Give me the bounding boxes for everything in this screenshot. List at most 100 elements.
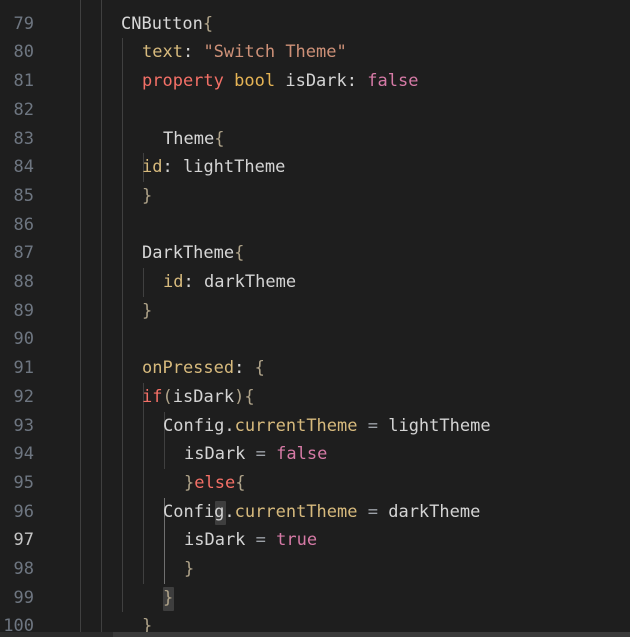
code-token: { [235,472,246,493]
code-line[interactable]: 84 id: lightTheme [0,153,630,182]
code-line[interactable]: 79 CNButton{ [0,10,630,39]
code-line[interactable]: 89} [0,297,630,326]
code-token: CNButton [121,13,203,34]
code-token: } [184,472,195,493]
code-line[interactable]: 93 Config.currentTheme = lightTheme [0,412,630,441]
code-token: onPressed [142,358,235,379]
horizontal-scrollbar-thumb[interactable] [113,632,630,637]
code-line[interactable]: 96 Config.currentTheme = darkTheme [0,498,630,527]
code-line[interactable]: 92 if(isDark){ [0,383,630,412]
code-line[interactable]: 94 isDark = false [0,440,630,469]
code-token: { [234,243,245,264]
line-code[interactable]: onPressed: { [142,354,265,383]
code-token: isDark [184,444,246,465]
code-token: : [162,157,183,178]
code-token: = [245,444,277,465]
code-line[interactable]: 87 DarkTheme{ [0,239,630,268]
code-token: id [163,272,184,292]
code-token: "Switch Theme" [203,42,347,63]
line-code[interactable]: id: darkTheme [163,268,296,297]
line-code[interactable]: if(isDark){ [142,383,255,412]
code-token: bool [234,71,276,92]
code-token: darkTheme [388,501,481,522]
code-token: } [184,559,195,579]
code-token: Theme [163,128,215,149]
line-code[interactable]: property bool isDark: false [142,67,418,96]
code-line[interactable]: 78 [0,0,630,10]
line-code[interactable]: Config.currentTheme = darkTheme [163,498,480,527]
line-code[interactable]: DarkTheme{ [142,239,244,268]
code-token: { [214,128,225,149]
line-code[interactable]: } [184,555,194,584]
code-token: Config [163,501,225,522]
code-token: else [194,472,236,493]
line-code[interactable]: isDark = false [184,440,327,469]
code-token: text [142,42,183,63]
code-token: property [142,71,224,92]
code-token: false [367,71,419,92]
code-line[interactable]: 98} [0,555,630,584]
line-number: 85 [13,185,34,206]
code-editor[interactable]: 7879CNButton{80text: "Switch Theme" 81 pro… [0,0,630,637]
line-number: 88 [13,272,34,292]
line-number: 97 [13,530,34,551]
code-token: isDark [184,530,246,551]
code-token: : [182,42,204,63]
code-token: currentTheme [234,501,358,522]
line-code[interactable]: } [163,584,173,613]
code-token: } [142,300,153,321]
line-code[interactable]: } [142,182,152,211]
code-token: { [202,13,214,34]
line-number: 91 [13,358,34,379]
code-line[interactable]: 86 [0,211,630,240]
line-number: 86 [13,214,34,235]
code-line[interactable]: 85} [0,182,630,211]
code-token: = [357,501,389,522]
line-code[interactable]: text: "Switch Theme" [142,38,347,67]
line-number: 82 [13,99,34,120]
line-code[interactable]: }else{ [184,469,245,498]
code-token: darkTheme [203,272,297,292]
line-number: 93 [13,415,34,436]
code-line[interactable]: 91 onPressed: { [0,354,630,383]
code-token: currentTheme [234,415,358,436]
code-token: ( [162,386,173,407]
code-token: false [276,444,328,465]
line-number: 98 [13,559,34,579]
line-code[interactable]: id: lightTheme [142,153,285,182]
line-number: 94 [13,444,34,465]
code-line[interactable]: 97 isDark = true [0,526,630,555]
line-code[interactable]: isDark = true [184,526,317,555]
code-line[interactable]: 99} [0,584,630,613]
code-line[interactable]: 83 Theme{ [0,125,630,154]
line-number: 92 [13,386,34,407]
code-line[interactable]: 88 id: darkTheme [0,268,630,297]
code-token: DarkTheme [142,243,235,264]
code-line[interactable]: 80 text: "Switch Theme" [0,38,630,67]
code-token: if [142,386,163,407]
line-code[interactable]: Theme{ [163,125,224,154]
line-number: 83 [13,128,34,149]
code-token: { [244,386,255,407]
line-code[interactable]: Config.currentTheme = lightTheme [163,412,491,441]
horizontal-scrollbar[interactable] [0,632,630,637]
line-number: 84 [13,157,34,178]
code-token: isDark [285,71,347,92]
line-number: 89 [13,300,34,321]
code-line[interactable]: 95}else{ [0,469,630,498]
code-line[interactable]: 81 property bool isDark: false [0,67,630,96]
line-number: 95 [13,472,34,493]
line-number: 81 [13,71,34,92]
code-line[interactable]: 82 [0,96,630,125]
line-number: 99 [13,587,34,608]
line-code[interactable]: } [142,297,152,326]
code-line[interactable]: 90 [0,325,630,354]
code-token: . [224,415,235,436]
line-code[interactable]: CNButton{ [121,10,213,39]
code-token: isDark [172,386,235,407]
code-token: true [276,530,318,551]
code-token: lightTheme [182,157,286,178]
code-token: : [183,272,204,292]
